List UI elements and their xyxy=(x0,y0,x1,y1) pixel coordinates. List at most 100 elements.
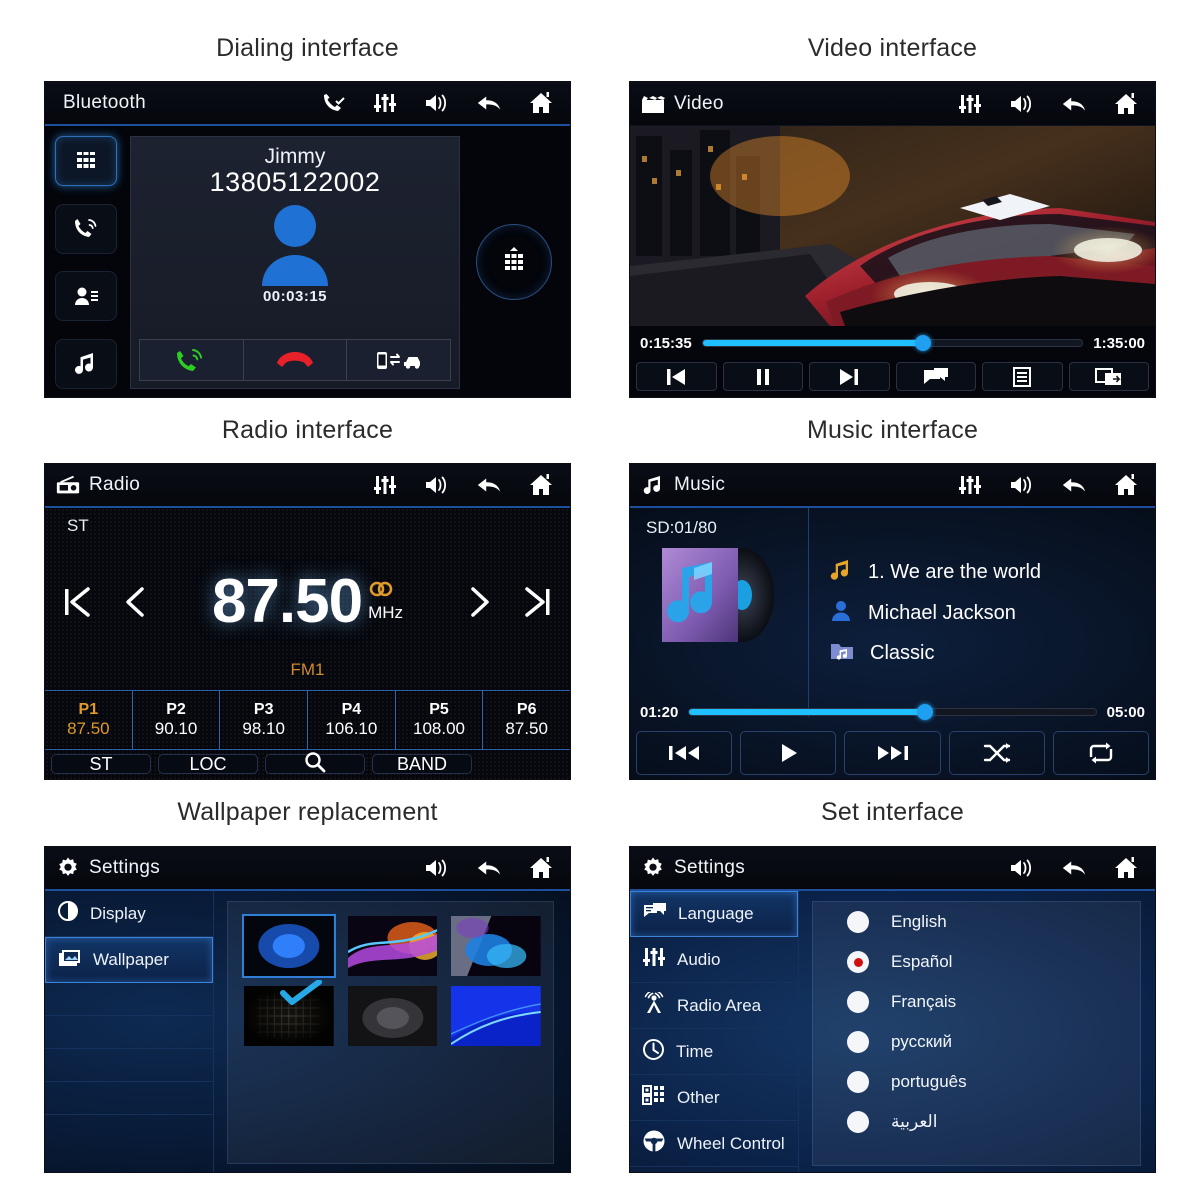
home-icon[interactable] xyxy=(528,472,554,498)
previous-track-button[interactable] xyxy=(636,731,733,775)
play-button[interactable] xyxy=(740,731,837,775)
next-button[interactable] xyxy=(809,362,890,391)
sidebar-item-wheel-control[interactable]: Wheel Control xyxy=(630,1121,798,1167)
language-option-english[interactable]: English xyxy=(813,902,1140,942)
back-icon[interactable] xyxy=(1061,855,1087,881)
wallpaper-thumb-5[interactable] xyxy=(347,986,438,1046)
band-button[interactable]: BAND xyxy=(372,754,472,774)
home-icon[interactable] xyxy=(1113,472,1139,498)
back-icon[interactable] xyxy=(476,90,502,116)
dialing-topbar: Bluetooth xyxy=(45,82,570,126)
transfer-audio-button[interactable] xyxy=(347,340,451,380)
radio-button[interactable] xyxy=(847,911,869,933)
previous-button[interactable] xyxy=(636,362,717,391)
playlist-button[interactable] xyxy=(982,362,1063,391)
wallpaper-thumb-1[interactable] xyxy=(242,914,336,978)
music-seek-slider[interactable] xyxy=(688,704,1097,720)
wallpaper-thumb-3[interactable] xyxy=(451,916,541,976)
back-icon[interactable] xyxy=(476,472,502,498)
wallpaper-thumb-6[interactable] xyxy=(451,986,541,1046)
sidebar-item-display[interactable]: Display xyxy=(45,891,213,937)
home-icon[interactable] xyxy=(1113,855,1139,881)
volume-icon[interactable] xyxy=(1009,472,1035,498)
language-option-espanol[interactable]: Español xyxy=(813,942,1140,982)
back-icon[interactable] xyxy=(1061,91,1087,117)
answer-call-button[interactable] xyxy=(140,340,244,380)
radio-button[interactable] xyxy=(847,1111,869,1133)
language-label: português xyxy=(891,1072,967,1091)
preset-p3[interactable]: P3 98.10 xyxy=(220,691,309,749)
end-call-button[interactable] xyxy=(243,340,348,380)
caption-dialing: Dialing interface xyxy=(216,34,399,62)
language-label: русский xyxy=(891,1032,953,1051)
equalizer-icon[interactable] xyxy=(372,472,398,498)
shuffle-button[interactable] xyxy=(948,731,1045,775)
equalizer-icon[interactable] xyxy=(957,472,983,498)
language-label: Français xyxy=(891,992,957,1011)
search-button[interactable] xyxy=(265,751,365,774)
volume-icon[interactable] xyxy=(1009,855,1035,881)
video-frame[interactable] xyxy=(630,126,1155,326)
preset-slot: P6 xyxy=(516,701,537,718)
preset-freq: 90.10 xyxy=(154,719,198,738)
preset-p5[interactable]: P5 108.00 xyxy=(396,691,484,749)
sidebar-item-label: Wallpaper xyxy=(93,950,169,969)
subtitle-button[interactable] xyxy=(895,362,976,391)
volume-icon[interactable] xyxy=(424,472,450,498)
language-label: العربية xyxy=(891,1112,938,1131)
gear-icon xyxy=(55,855,81,881)
screen-share-button[interactable] xyxy=(1068,362,1149,391)
video-seek-slider[interactable] xyxy=(701,335,1084,351)
home-icon[interactable] xyxy=(528,90,554,116)
phone-check-icon[interactable] xyxy=(320,90,346,116)
sidebar-item-wallpaper[interactable]: Wallpaper xyxy=(45,937,213,983)
radio-button[interactable] xyxy=(847,1071,869,1093)
volume-icon[interactable] xyxy=(424,90,450,116)
sidebar-item-call-log[interactable] xyxy=(55,203,117,254)
radio-button-selected[interactable] xyxy=(847,951,869,973)
preset-p1[interactable]: P1 87.50 xyxy=(45,691,133,749)
preset-slot: P2 xyxy=(166,701,186,718)
dialing-action-bar xyxy=(139,339,451,381)
preset-p6[interactable]: P6 87.50 xyxy=(483,691,570,749)
sidebar-empty-row xyxy=(45,1049,213,1082)
language-option-arabic[interactable]: العربية xyxy=(813,1102,1140,1142)
preset-p2[interactable]: P2 90.10 xyxy=(133,691,221,749)
equalizer-icon xyxy=(642,946,666,973)
language-option-portugues[interactable]: português xyxy=(813,1062,1140,1102)
language-option-francais[interactable]: Français xyxy=(813,982,1140,1022)
volume-icon[interactable] xyxy=(1009,91,1035,117)
equalizer-icon[interactable] xyxy=(372,90,398,116)
sidebar-item-radio-area[interactable]: Radio Area xyxy=(630,983,798,1029)
music-title: Music xyxy=(674,474,726,495)
stereo-button[interactable]: ST xyxy=(51,754,151,774)
back-icon[interactable] xyxy=(476,855,502,881)
sidebar-item-contacts[interactable] xyxy=(55,271,117,322)
sidebar-item-other[interactable]: Other xyxy=(630,1075,798,1121)
dial-pad-button[interactable] xyxy=(476,223,552,300)
wallpaper-topbar: Settings xyxy=(45,847,570,891)
home-icon[interactable] xyxy=(1113,91,1139,117)
back-icon[interactable] xyxy=(1061,472,1087,498)
repeat-button[interactable] xyxy=(1052,731,1150,775)
sidebar-item-time[interactable]: Time xyxy=(630,1029,798,1075)
caption-video: Video interface xyxy=(807,34,978,62)
sidebar-item-audio[interactable]: Audio xyxy=(630,937,798,983)
language-body: English Español Français русский portugu… xyxy=(798,891,1155,1172)
preset-p4[interactable]: P4 106.10 xyxy=(308,691,396,749)
sidebar-item-language[interactable]: Language xyxy=(630,891,798,937)
music-metadata: 1. We are the world Michael Jackson Clas… xyxy=(808,508,1155,717)
local-button[interactable]: LOC xyxy=(158,754,258,774)
radio-button[interactable] xyxy=(847,1031,869,1053)
next-track-button[interactable] xyxy=(844,731,941,775)
sidebar-item-music[interactable] xyxy=(55,338,117,389)
wallpaper-thumb-2[interactable] xyxy=(347,916,438,976)
volume-icon[interactable] xyxy=(424,855,450,881)
radio-button[interactable] xyxy=(847,991,869,1013)
home-icon[interactable] xyxy=(528,855,554,881)
clapperboard-icon xyxy=(640,91,666,117)
pause-button[interactable] xyxy=(722,362,803,391)
sidebar-item-keypad[interactable] xyxy=(55,136,117,186)
equalizer-icon[interactable] xyxy=(957,91,983,117)
language-option-russian[interactable]: русский xyxy=(813,1022,1140,1062)
